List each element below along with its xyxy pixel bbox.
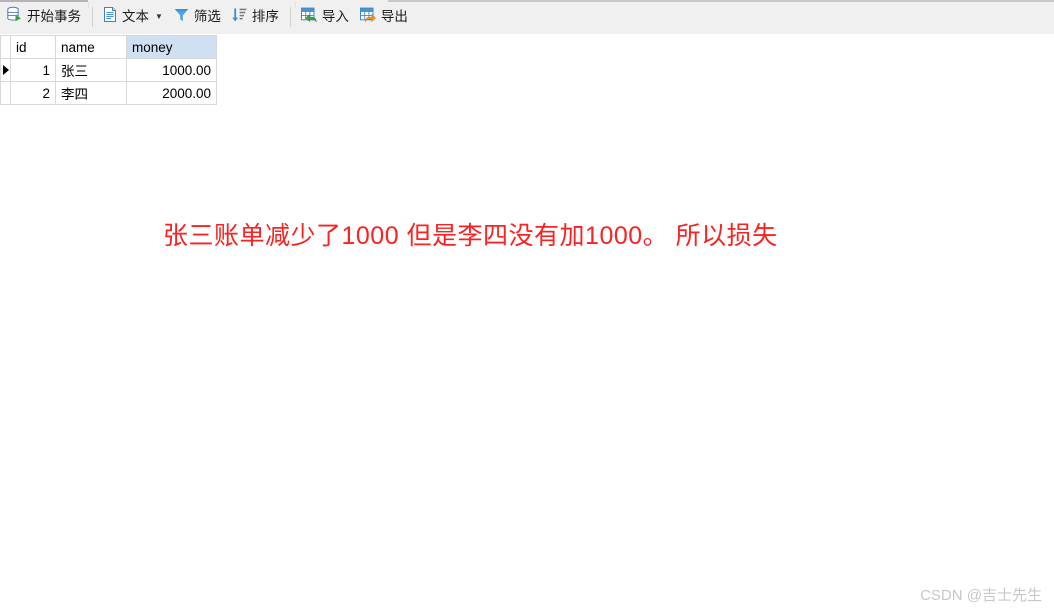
row-marker-cell[interactable]: [0, 58, 11, 82]
grid-body: 1 张三 1000.00 2 李四 2000.00: [0, 58, 217, 105]
table-export-icon: [359, 6, 377, 28]
import-button[interactable]: 导入: [296, 4, 355, 30]
column-header-name[interactable]: name: [55, 35, 127, 59]
text-button[interactable]: 文本 ▼: [98, 4, 169, 30]
funnel-icon: [173, 6, 190, 28]
column-header-id[interactable]: id: [10, 35, 56, 59]
sort-descending-icon: [231, 6, 248, 28]
table-row[interactable]: 2 李四 2000.00: [0, 81, 217, 105]
cell-money[interactable]: 2000.00: [126, 81, 217, 105]
table-row[interactable]: 1 张三 1000.00: [0, 58, 217, 82]
data-grid[interactable]: id name money 1 张三 1000.00 2 李四 2000.00: [0, 35, 217, 105]
import-label: 导入: [321, 9, 349, 25]
annotation-text: 张三账单减少了1000 但是李四没有加1000。 所以损失: [163, 222, 778, 250]
grid-gutter-header: [0, 35, 11, 59]
filter-label: 筛选: [193, 9, 221, 25]
cell-name[interactable]: 李四: [55, 81, 127, 105]
column-header-money[interactable]: money: [126, 35, 217, 59]
start-transaction-label: 开始事务: [27, 9, 81, 25]
cell-id[interactable]: 2: [10, 81, 56, 105]
toolbar-separator-2: [289, 7, 291, 27]
table-import-icon: [300, 6, 318, 28]
sort-button[interactable]: 排序: [227, 4, 285, 30]
grid-header-row: id name money: [0, 35, 217, 59]
csdn-watermark: CSDN @吉士先生: [920, 587, 1042, 604]
toolbar-top-border-left: [0, 0, 88, 2]
toolbar-top-border-right: [388, 0, 1054, 2]
cell-money[interactable]: 1000.00: [126, 58, 217, 82]
toolbar-tab-notch-left: [88, 2, 89, 8]
toolbar-separator-1: [92, 7, 93, 27]
document-text-icon: [102, 6, 118, 28]
toolbar: 开始事务 文本 ▼ 筛选 排序 导入 导出: [0, 0, 1054, 34]
database-play-icon: [6, 6, 23, 28]
cell-name[interactable]: 张三: [55, 58, 127, 82]
text-label: 文本: [122, 9, 149, 25]
filter-button[interactable]: 筛选: [169, 4, 227, 30]
start-transaction-button[interactable]: 开始事务: [2, 4, 87, 30]
sort-label: 排序: [251, 9, 279, 25]
cell-id[interactable]: 1: [10, 58, 56, 82]
export-button[interactable]: 导出: [355, 4, 414, 30]
export-label: 导出: [380, 9, 408, 25]
chevron-down-icon[interactable]: ▼: [155, 13, 163, 21]
current-row-arrow-icon: [2, 65, 9, 75]
toolbar-tab-notch-right: [295, 2, 296, 8]
row-marker-cell[interactable]: [0, 81, 11, 105]
